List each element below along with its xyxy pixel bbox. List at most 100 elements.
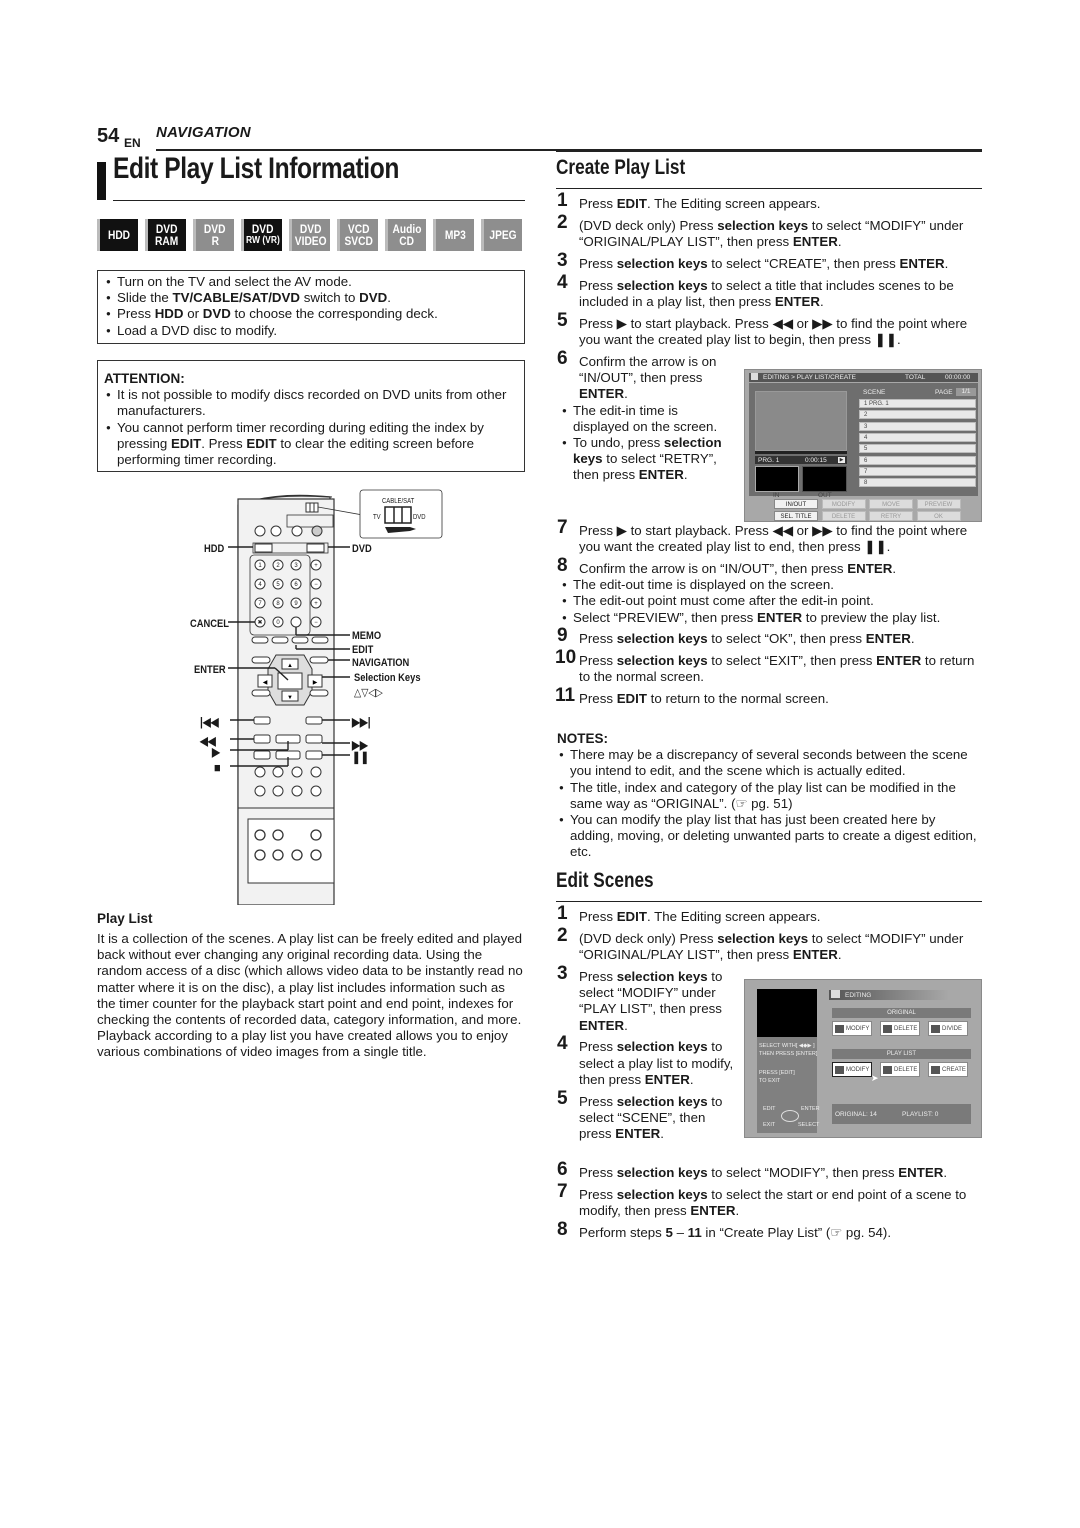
osd-scene-row[interactable]: 6 — [859, 455, 976, 465]
step-text: Press EDIT. The Editing screen appears. — [579, 909, 821, 924]
osd-preview-window — [755, 391, 847, 451]
step-item: 7 Press selection keys to select the star… — [557, 1182, 982, 1219]
osd-scene-row[interactable]: 4 — [859, 432, 976, 442]
media-badge: JPEG — [481, 219, 522, 251]
step-item: 2 (DVD deck only) Press selection keys to… — [557, 211, 982, 250]
step-text: (DVD deck only) Press selection keys to … — [579, 930, 964, 962]
osd-button-modify[interactable]: MODIFY — [821, 499, 866, 509]
preparation-item: Slide the TV/CABLE/SAT/DVD switch to DVD… — [104, 290, 524, 306]
osd-original-delete-button[interactable]: DELETE — [880, 1021, 920, 1036]
osd-in-thumbnail — [755, 466, 799, 492]
attention-item: You cannot perform timer recording durin… — [104, 420, 516, 469]
osd-key-exit: EXIT — [763, 1122, 776, 1128]
play-list-description: It is a collection of the scenes. A play… — [97, 931, 523, 1060]
svg-text:+: + — [314, 601, 318, 607]
step-number: 2 — [557, 211, 568, 233]
osd-preview-time: 0:00:15 — [805, 457, 827, 464]
step-item: 11 Press EDIT to return to the normal scr… — [555, 685, 982, 707]
step-item: 6 Press selection keys to select “MODIFY”… — [557, 1160, 982, 1181]
step-item: 5 Press selection keys to select “SCENE”,… — [557, 1088, 737, 1143]
osd-original-label: ORIGINAL — [832, 1008, 971, 1018]
title-accent-bar — [97, 162, 106, 200]
osd-key-edit: EDIT — [763, 1106, 776, 1112]
attention-item: It is not possible to modify discs recor… — [104, 387, 516, 419]
preparation-item: Load a DVD disc to modify. — [104, 323, 524, 339]
osd-scene-row[interactable]: 1 PRG. 1 — [859, 399, 976, 408]
step-text: Press selection keys to select “EXIT”, t… — [579, 652, 975, 684]
step-text: Press selection keys to select “SCENE”, … — [579, 1093, 723, 1142]
page-number: 54 — [97, 125, 120, 147]
language-label: EN — [124, 136, 141, 150]
edit-scenes-steps-continued: 6 Press selection keys to select “MODIFY”… — [557, 1160, 982, 1247]
selection-arrows-icon: △▽◁▷ — [354, 687, 383, 699]
osd-scene-row[interactable]: 2 — [859, 410, 976, 420]
step-sub-item: The edit-in time is displayed on the scr… — [560, 403, 737, 435]
delete-icon — [883, 1025, 892, 1033]
media-badge: HDD — [97, 219, 138, 251]
svg-text:+: + — [314, 563, 318, 569]
badge-line: SVCD — [344, 234, 374, 248]
attention-heading: ATTENTION: — [104, 371, 185, 386]
osd-original-modify-button[interactable]: MODIFY — [832, 1021, 872, 1036]
svg-text:▲: ▲ — [287, 663, 293, 669]
osd-key-select: SELECT — [798, 1122, 820, 1128]
notes-section: NOTES: There may be a discrepancy of sev… — [557, 731, 982, 861]
step-sub-item: The edit-out time is displayed on the sc… — [560, 577, 982, 593]
step-number: 8 — [557, 1218, 568, 1240]
osd-playlist-modify-button[interactable]: MODIFY — [832, 1062, 872, 1077]
media-badges: HDD DVD RAM DVD R DVD RW (VR) DVD VIDEO VCD SVCD Au… — [97, 219, 522, 251]
step-number: 10 — [555, 646, 577, 668]
osd-button-seltitle[interactable]: SEL. TITLE — [774, 510, 818, 521]
create-title-rule — [556, 188, 982, 189]
osd-button-inout[interactable]: IN/OUT — [774, 499, 818, 509]
osd-in-label: IN — [773, 492, 780, 499]
step-text: Perform steps 5 – 11 in “Create Play Lis… — [579, 1224, 892, 1240]
step-text: Press ▶ to start playback. Press ◀◀ or ▶… — [579, 523, 968, 555]
stop-icon: ■ — [214, 760, 221, 775]
osd-scene-row[interactable]: 3 — [859, 421, 976, 431]
osd-original-count: ORIGINAL: 14 — [835, 1111, 877, 1118]
modify-icon — [835, 1025, 844, 1033]
osd-button-retry[interactable]: RETRY — [869, 510, 913, 521]
osd-dpad-icon — [781, 1110, 799, 1122]
osd-button-preview[interactable]: PREVIEW — [916, 499, 961, 509]
switch-label-dvd: DVD — [413, 514, 426, 521]
svg-text:▼: ▼ — [287, 695, 293, 701]
play-list-heading: Play List — [97, 911, 153, 926]
step-item: 2 (DVD deck only) Press selection keys to… — [557, 924, 982, 963]
osd-original-divide-button[interactable]: DIVIDE — [928, 1021, 968, 1036]
osd-scene-row[interactable]: 7 — [859, 466, 976, 476]
osd-button-ok[interactable]: OK — [916, 510, 961, 521]
step-item: 1 Press EDIT. The Editing screen appears. — [557, 191, 982, 212]
osd-playlist-delete-button[interactable]: DELETE — [880, 1062, 920, 1077]
osd-out-label: OUT — [818, 492, 832, 499]
step-number: 4 — [557, 271, 568, 293]
badge-line: MP3 — [444, 228, 466, 242]
step-item: 8 Perform steps 5 – 11 in “Create Play Li… — [557, 1218, 982, 1241]
remote-control-illustration: 123 456 789 ✖ 0 + − + − ▲ ▼ ◀ ▶ CABLE/SA… — [180, 485, 470, 905]
step-item: 3 Press selection keys to select “CREATE”… — [557, 251, 982, 272]
step-sub-item: To undo, press selection keys to select … — [560, 435, 737, 484]
osd-button-move[interactable]: MOVE — [869, 499, 913, 509]
edit-scenes-steps-narrow: 3 Press selection keys to select “MODIFY”… — [557, 964, 737, 1148]
osd-button-delete[interactable]: DELETE — [821, 510, 866, 521]
skip-back-icon: |◀◀ — [200, 715, 219, 729]
note-item: You can modify the play list that has ju… — [557, 812, 982, 861]
osd-play-icon: ▶ — [838, 457, 845, 463]
step-text: Confirm the arrow is on “IN/OUT”, then p… — [579, 354, 717, 402]
badge-line: RAM — [155, 234, 179, 248]
osd-playlist-create-button[interactable]: CREATE — [928, 1062, 968, 1077]
create-steps: 1 Press EDIT. The Editing screen appears.… — [557, 191, 982, 354]
osd-page-label: PAGE — [935, 389, 953, 396]
create-step-6: 6 Confirm the arrow is on “IN/OUT”, then … — [557, 349, 737, 484]
step-number: 8 — [557, 555, 568, 576]
step-number: 2 — [557, 924, 568, 946]
media-badge: DVD RW (VR) — [241, 219, 282, 251]
svg-text:−: − — [314, 620, 318, 626]
osd-help-line3: PRESS [EDIT] — [759, 1070, 795, 1076]
osd-scene-row[interactable]: 8 — [859, 478, 976, 488]
button-label: DELETE — [894, 1067, 918, 1073]
osd-scene-row[interactable]: 5 — [859, 444, 976, 454]
delete-icon — [883, 1066, 892, 1074]
preparation-box: Turn on the TV and select the AV mode.Sl… — [97, 270, 525, 344]
